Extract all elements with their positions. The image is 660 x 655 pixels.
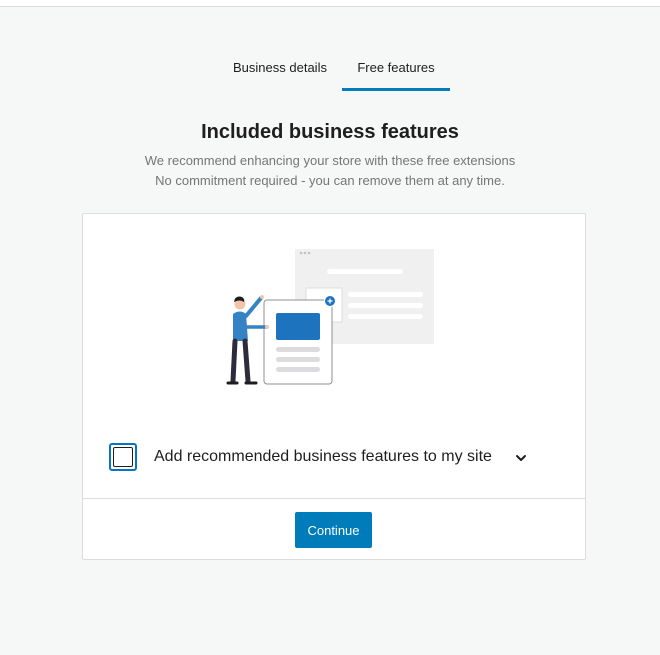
- person-illustration: [226, 295, 269, 385]
- tab-bar: Business details Free features: [0, 52, 660, 92]
- chevron-down-icon[interactable]: [512, 449, 530, 467]
- continue-button[interactable]: Continue: [295, 512, 372, 548]
- page-subtitle-line2: No commitment required - you can remove …: [155, 173, 505, 188]
- features-card: Add recommended business features to my …: [82, 213, 586, 560]
- tab-business-details[interactable]: Business details: [224, 52, 336, 91]
- card-divider: [83, 498, 585, 499]
- recommended-features-checkbox[interactable]: [109, 443, 137, 471]
- tab-free-features[interactable]: Free features: [342, 52, 450, 91]
- page-title: Included business features: [201, 121, 459, 143]
- page-subtitle-line1: We recommend enhancing your store with t…: [144, 153, 516, 168]
- recommended-features-label[interactable]: Add recommended business features to my …: [154, 448, 492, 466]
- business-features-illustration: [226, 249, 434, 385]
- recommended-features-option: Add recommended business features to my …: [109, 443, 539, 473]
- top-bar: [0, 0, 660, 7]
